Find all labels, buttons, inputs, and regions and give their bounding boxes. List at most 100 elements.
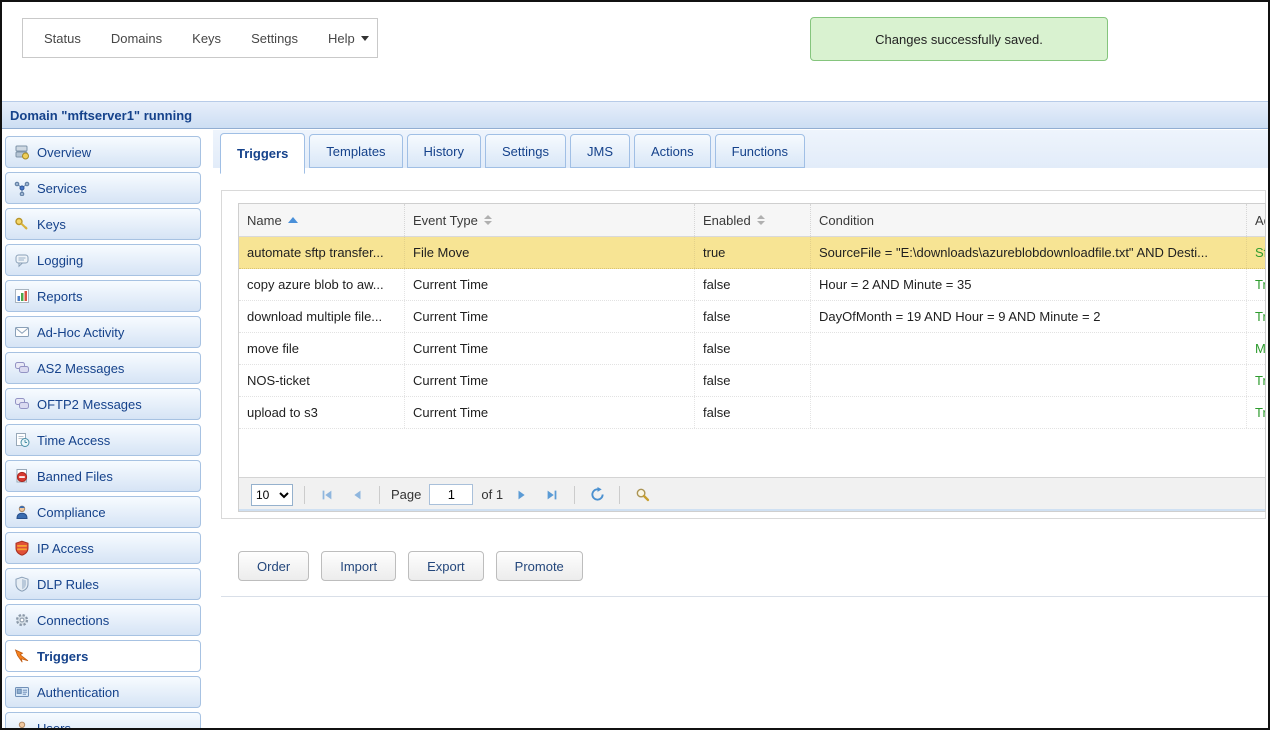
cell-actions: Trad	[1246, 301, 1266, 332]
cell-event-type: Current Time	[404, 269, 694, 300]
cell-condition	[810, 397, 1246, 428]
sidebar-item-connections[interactable]: Connections	[5, 604, 201, 636]
sidebar-item-label: Logging	[37, 253, 83, 268]
tab-jms[interactable]: JMS	[570, 134, 630, 168]
messages-icon	[14, 396, 30, 412]
cell-actions: Mov	[1246, 333, 1266, 364]
key-icon	[14, 216, 30, 232]
sidebar-item-reports[interactable]: Reports	[5, 280, 201, 312]
search-button[interactable]	[631, 484, 653, 506]
import-button[interactable]: Import	[321, 551, 396, 581]
page-input[interactable]	[429, 484, 473, 505]
sidebar-item-keys[interactable]: Keys	[5, 208, 201, 240]
sidebar-item-logging[interactable]: Logging	[5, 244, 201, 276]
top-menu: Status Domains Keys Settings Help	[22, 18, 378, 58]
order-button[interactable]: Order	[238, 551, 309, 581]
tab-history[interactable]: History	[407, 134, 481, 168]
menu-item-help[interactable]: Help	[313, 31, 384, 46]
tab-triggers[interactable]: Triggers	[220, 133, 305, 174]
success-alert: Changes successfully saved.	[810, 17, 1108, 61]
cell-event-type: Current Time	[404, 365, 694, 396]
cell-enabled: false	[694, 269, 810, 300]
table-row[interactable]: upload to s3 Current Time false Trad	[239, 397, 1265, 429]
success-alert-text: Changes successfully saved.	[875, 32, 1043, 47]
column-header-enabled[interactable]: Enabled	[694, 204, 810, 236]
tab-templates[interactable]: Templates	[309, 134, 402, 168]
sidebar-item-authentication[interactable]: Authentication	[5, 676, 201, 708]
sidebar-item-users[interactable]: Users	[5, 712, 201, 730]
cell-name: move file	[239, 333, 404, 364]
sidebar-item-compliance[interactable]: Compliance	[5, 496, 201, 528]
services-icon	[14, 180, 30, 196]
export-button[interactable]: Export	[408, 551, 484, 581]
sidebar-item-ad-hoc-activity[interactable]: Ad-Hoc Activity	[5, 316, 201, 348]
grid-empty-area	[239, 429, 1265, 477]
column-header-condition[interactable]: Condition	[810, 204, 1246, 236]
tab-label: Settings	[502, 144, 549, 159]
sidebar-item-banned-files[interactable]: Banned Files	[5, 460, 201, 492]
pager-separator	[304, 486, 305, 504]
panel-bottom-divider	[221, 596, 1268, 597]
refresh-button[interactable]	[586, 484, 608, 506]
column-header-event-type[interactable]: Event Type	[404, 204, 694, 236]
sidebar-item-label: IP Access	[37, 541, 94, 556]
triggers-grid: Name Event Type Enabled Condition Action…	[238, 203, 1266, 512]
table-row[interactable]: move file Current Time false Mov	[239, 333, 1265, 365]
tab-label: History	[424, 144, 464, 159]
gear-icon	[14, 612, 30, 628]
tab-functions[interactable]: Functions	[715, 134, 805, 168]
column-header-actions[interactable]: Actions	[1246, 204, 1266, 236]
first-page-button[interactable]	[316, 484, 338, 506]
sidebar-item-as2-messages[interactable]: AS2 Messages	[5, 352, 201, 384]
clock-document-icon	[14, 432, 30, 448]
menu-item-settings[interactable]: Settings	[236, 31, 313, 46]
cell-name: copy azure blob to aw...	[239, 269, 404, 300]
pager-separator	[574, 486, 575, 504]
speech-bubble-icon	[14, 252, 30, 268]
cell-event-type: File Move	[404, 237, 694, 268]
shield-red-icon	[14, 540, 30, 556]
sidebar-item-label: Time Access	[37, 433, 110, 448]
cell-actions: Sftp	[1246, 237, 1266, 268]
table-row[interactable]: NOS-ticket Current Time false Trad	[239, 365, 1265, 397]
sidebar-item-label: Ad-Hoc Activity	[37, 325, 124, 340]
content-panel: Name Event Type Enabled Condition Action…	[221, 190, 1266, 519]
sidebar-item-label: AS2 Messages	[37, 361, 124, 376]
cell-event-type: Current Time	[404, 301, 694, 332]
sidebar-item-oftp2-messages[interactable]: OFTP2 Messages	[5, 388, 201, 420]
person-green-icon	[14, 720, 30, 730]
sidebar-item-services[interactable]: Services	[5, 172, 201, 204]
column-header-name[interactable]: Name	[239, 204, 404, 236]
tab-settings[interactable]: Settings	[485, 134, 566, 168]
sidebar-item-label: Reports	[37, 289, 83, 304]
cell-enabled: false	[694, 365, 810, 396]
sidebar-item-overview[interactable]: Overview	[5, 136, 201, 168]
page-label: Page	[391, 487, 421, 502]
prev-page-button[interactable]	[346, 484, 368, 506]
page-size-select[interactable]: 10	[251, 484, 293, 506]
tab-actions[interactable]: Actions	[634, 134, 711, 168]
cell-condition: SourceFile = "E:\downloads\azureblobdown…	[810, 237, 1246, 268]
page-of-label: of 1	[481, 487, 503, 502]
sidebar: Overview Services Keys Logging Reports A…	[5, 136, 201, 730]
cell-name: automate sftp transfer...	[239, 237, 404, 268]
table-row[interactable]: copy azure blob to aw... Current Time fa…	[239, 269, 1265, 301]
sidebar-item-label: Authentication	[37, 685, 119, 700]
sidebar-item-dlp-rules[interactable]: DLP Rules	[5, 568, 201, 600]
sidebar-item-triggers[interactable]: Triggers	[5, 640, 201, 672]
next-page-button[interactable]	[511, 484, 533, 506]
cell-condition	[810, 333, 1246, 364]
table-row[interactable]: automate sftp transfer... File Move true…	[239, 237, 1265, 269]
sidebar-item-time-access[interactable]: Time Access	[5, 424, 201, 456]
promote-button[interactable]: Promote	[496, 551, 583, 581]
table-row[interactable]: download multiple file... Current Time f…	[239, 301, 1265, 333]
lightning-icon	[14, 648, 30, 664]
last-page-button[interactable]	[541, 484, 563, 506]
sidebar-item-label: Overview	[37, 145, 91, 160]
menu-item-domains[interactable]: Domains	[96, 31, 177, 46]
pager-separator	[379, 486, 380, 504]
app-window: Status Domains Keys Settings Help Change…	[0, 0, 1270, 730]
menu-item-status[interactable]: Status	[29, 31, 96, 46]
sidebar-item-ip-access[interactable]: IP Access	[5, 532, 201, 564]
menu-item-keys[interactable]: Keys	[177, 31, 236, 46]
